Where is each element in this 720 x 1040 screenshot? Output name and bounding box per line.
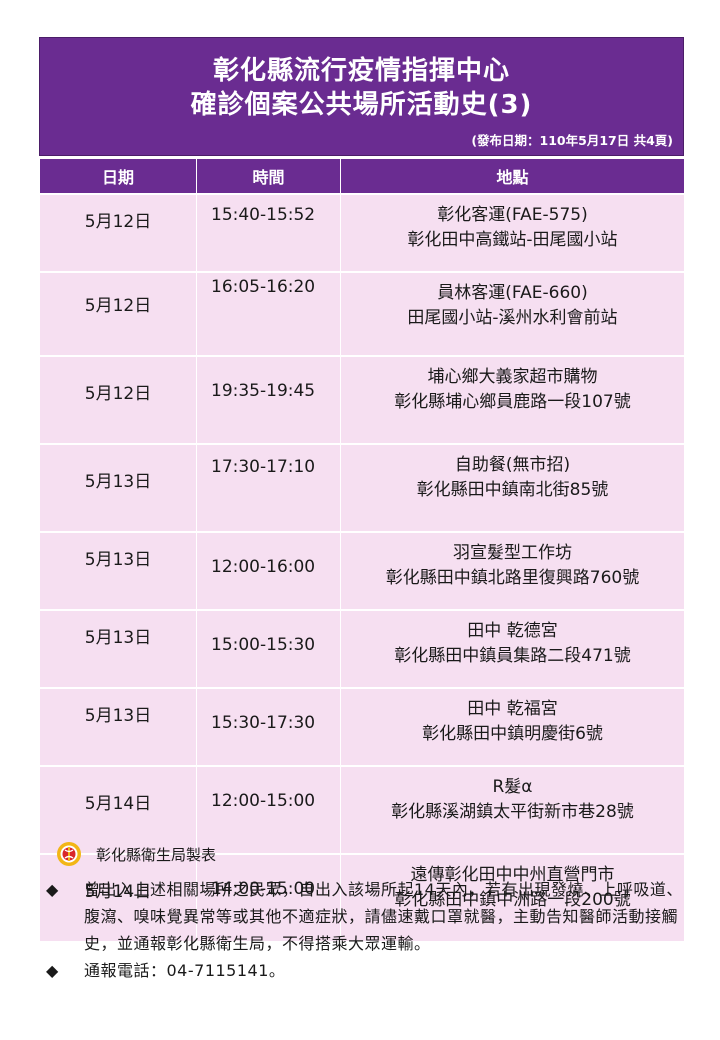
place-address: 彰化縣田中鎮員集路二段471號 [394, 646, 631, 666]
place-address: 彰化縣田中鎮明慶街6號 [422, 724, 603, 744]
place-address: 彰化縣埔心鄉員鹿路一段107號 [394, 392, 631, 412]
place-address: 彰化縣田中鎮南北街85號 [416, 480, 609, 500]
maker-credit: 彰化縣衛生局製表 [56, 841, 216, 867]
table-row: 5月12日 16:05-16:20 員林客運(FAE-660) 田尾國小站-溪州… [39, 271, 685, 357]
title-banner: 彰化縣流行疫情指揮中心 確診個案公共場所活動史(3) (發布日期：110年5月1… [39, 37, 684, 156]
health-bureau-emblem-icon [57, 842, 81, 866]
maker-label: 彰化縣衛生局製表 [96, 845, 217, 864]
time-value: 12:00-15:00 [211, 791, 316, 811]
place-name: 員林客運(FAE-660) [437, 283, 588, 303]
note-item: ◆ 曾出入上述相關場所之民眾，自出入該場所起14天內，若有出現發燒、上呼吸道、腹… [46, 876, 686, 957]
time-cell: 19:35-19:45 [196, 355, 341, 445]
time-value: 15:30-17:30 [211, 713, 316, 733]
date-cell: 5月13日 [39, 609, 197, 689]
notice-notes: ◆ 曾出入上述相關場所之民眾，自出入該場所起14天內，若有出現發燒、上呼吸道、腹… [46, 876, 686, 984]
publish-date: (發布日期：110年5月17日 共4頁) [471, 133, 673, 148]
time-value: 17:30-17:10 [211, 457, 316, 477]
time-value: 12:00-16:00 [211, 557, 316, 577]
place-name: 田中 乾福宮 [467, 699, 558, 719]
table-row: 5月13日 12:00-16:00 羽宣髮型工作坊 彰化縣田中鎮北路里復興路76… [39, 531, 685, 611]
place-name: 埔心鄉大義家超市購物 [427, 367, 598, 387]
column-header-place: 地點 [340, 158, 685, 195]
table-row: 5月13日 15:00-15:30 田中 乾德宮 彰化縣田中鎮員集路二段471號 [39, 609, 685, 689]
place-cell: R髮α 彰化縣溪湖鎮太平街新市巷28號 [340, 765, 685, 855]
column-header-date: 日期 [39, 158, 197, 195]
time-cell: 15:30-17:30 [196, 687, 341, 767]
diamond-bullet-icon: ◆ [46, 880, 59, 899]
time-cell: 17:30-17:10 [196, 443, 341, 533]
notice-sheet: 彰化縣流行疫情指揮中心 確診個案公共場所活動史(3) (發布日期：110年5月1… [39, 37, 685, 942]
note-item: ◆ 通報電話：04-7115141。 [46, 957, 686, 984]
time-cell: 15:00-15:30 [196, 609, 341, 689]
time-cell: 15:40-15:52 [196, 193, 341, 273]
place-name: 羽宣髮型工作坊 [453, 543, 572, 563]
place-address: 彰化縣田中鎮北路里復興路760號 [385, 568, 640, 588]
table-row: 5月12日 19:35-19:45 埔心鄉大義家超市購物 彰化縣埔心鄉員鹿路一段… [39, 355, 685, 445]
date-cell: 5月13日 [39, 443, 197, 533]
date-cell: 5月12日 [39, 355, 197, 445]
place-cell: 員林客運(FAE-660) 田尾國小站-溪州水利會前站 [340, 271, 685, 357]
table-header-row: 日期 時間 地點 [39, 158, 685, 195]
date-cell: 5月12日 [39, 271, 197, 357]
table-row: 5月13日 15:30-17:30 田中 乾福宮 彰化縣田中鎮明慶街6號 [39, 687, 685, 767]
time-cell: 16:05-16:20 [196, 271, 341, 357]
date-cell: 5月13日 [39, 687, 197, 767]
page-subtitle: 確診個案公共場所活動史(3) [190, 90, 533, 120]
place-name: R髮α [492, 777, 533, 797]
table-row: 5月13日 17:30-17:10 自助餐(無市招) 彰化縣田中鎮南北街85號 [39, 443, 685, 533]
place-cell: 自助餐(無市招) 彰化縣田中鎮南北街85號 [340, 443, 685, 533]
place-cell: 埔心鄉大義家超市購物 彰化縣埔心鄉員鹿路一段107號 [340, 355, 685, 445]
report-phone: 通報電話：04-7115141。 [84, 961, 286, 980]
place-cell: 彰化客運(FAE-575) 彰化田中高鐵站-田尾國小站 [340, 193, 685, 273]
time-value: 16:05-16:20 [211, 277, 316, 297]
place-cell: 羽宣髮型工作坊 彰化縣田中鎮北路里復興路760號 [340, 531, 685, 611]
place-name: 彰化客運(FAE-575) [437, 205, 588, 225]
date-cell: 5月12日 [39, 193, 197, 273]
column-header-time: 時間 [196, 158, 341, 195]
date-cell: 5月13日 [39, 531, 197, 611]
place-address: 彰化田中高鐵站-田尾國小站 [407, 230, 618, 250]
time-value: 15:00-15:30 [211, 635, 316, 655]
diamond-bullet-icon: ◆ [46, 961, 59, 980]
note-text: 曾出入上述相關場所之民眾，自出入該場所起14天內，若有出現發燒、上呼吸道、腹瀉、… [84, 880, 683, 953]
activity-table: 日期 時間 地點 5月12日 15:40-15:52 彰化客運(FAE-575)… [39, 158, 685, 942]
place-address: 彰化縣溪湖鎮太平街新市巷28號 [391, 802, 634, 822]
place-name: 自助餐(無市招) [454, 455, 571, 475]
place-name: 田中 乾德宮 [467, 621, 558, 641]
time-cell: 12:00-16:00 [196, 531, 341, 611]
time-cell: 12:00-15:00 [196, 765, 341, 855]
table-row: 5月12日 15:40-15:52 彰化客運(FAE-575) 彰化田中高鐵站-… [39, 193, 685, 273]
place-cell: 田中 乾德宮 彰化縣田中鎮員集路二段471號 [340, 609, 685, 689]
place-address: 田尾國小站-溪州水利會前站 [407, 308, 618, 328]
time-value: 19:35-19:45 [211, 381, 316, 401]
place-cell: 田中 乾福宮 彰化縣田中鎮明慶街6號 [340, 687, 685, 767]
page-title: 彰化縣流行疫情指揮中心 [212, 56, 510, 86]
time-value: 15:40-15:52 [211, 205, 316, 225]
